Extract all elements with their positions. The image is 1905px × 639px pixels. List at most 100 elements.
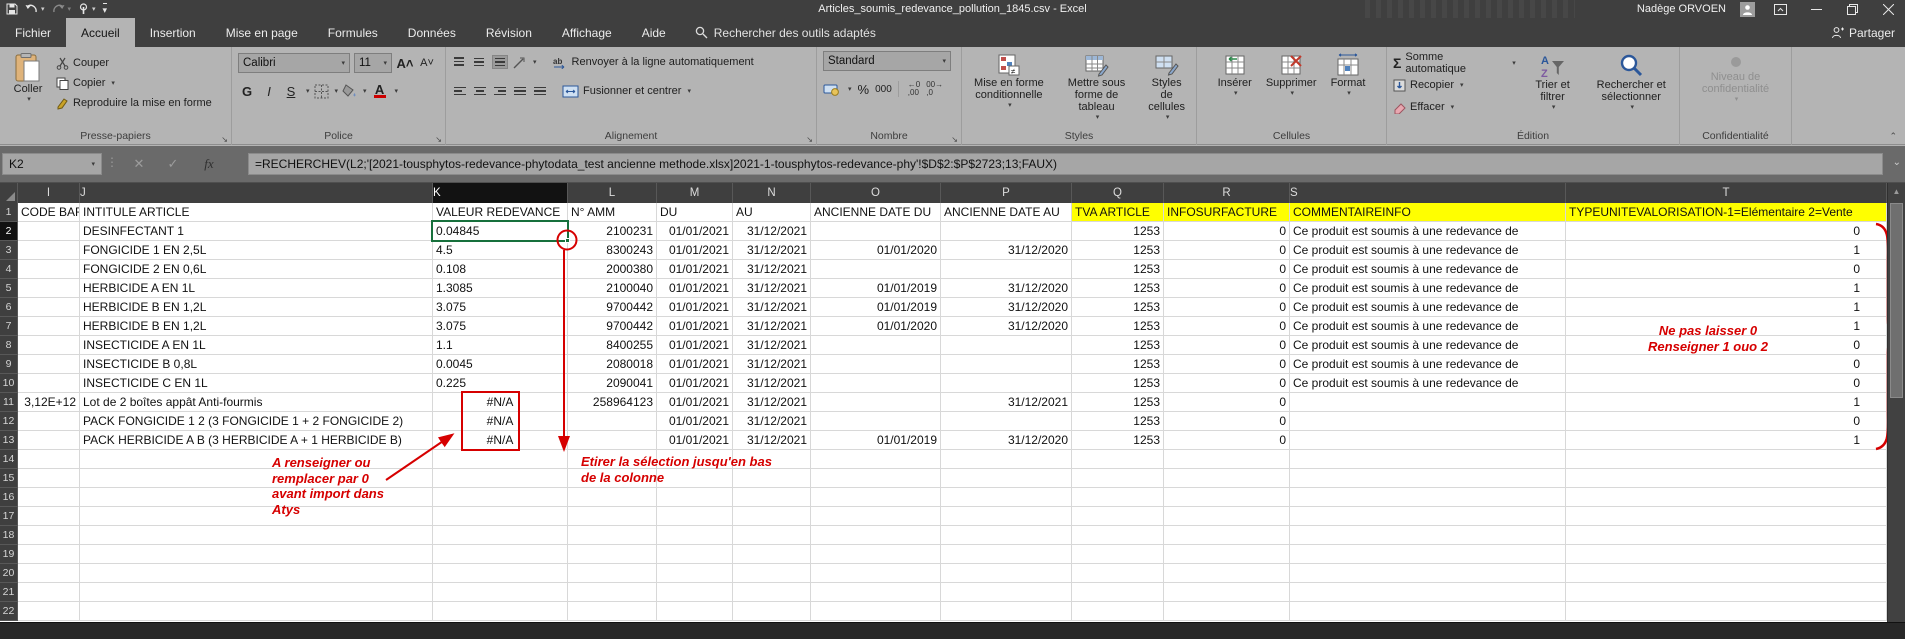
currency-button[interactable] (823, 83, 840, 96)
cell-S6[interactable]: Ce produit est soumis à une redevance de (1290, 298, 1566, 317)
row-header-19[interactable]: 19 (0, 545, 18, 564)
ribbon-display-options-button[interactable] (1769, 0, 1791, 18)
expand-formula-bar-icon[interactable]: ⌄ (1893, 157, 1901, 168)
cell-S15[interactable] (1290, 469, 1566, 488)
select-all-button[interactable] (0, 183, 18, 203)
cell-I20[interactable] (18, 564, 80, 583)
cell-O3[interactable]: 01/01/2020 (811, 241, 941, 260)
cell-S1[interactable]: COMMENTAIREINFO (1290, 203, 1566, 222)
cell-M3[interactable]: 01/01/2021 (657, 241, 733, 260)
column-header-Q[interactable]: Q (1072, 183, 1164, 203)
find-select-button[interactable]: Rechercher et sélectionner▾ (1589, 51, 1673, 129)
cell-S2[interactable]: Ce produit est soumis à une redevance de (1290, 222, 1566, 241)
cell-R5[interactable]: 0 (1164, 279, 1290, 298)
cell-O20[interactable] (811, 564, 941, 583)
sort-filter-button[interactable]: AZ Trier et filtrer▾ (1524, 51, 1582, 129)
cell-K1[interactable]: VALEUR REDEVANCE (433, 203, 568, 222)
cell-O12[interactable] (811, 412, 941, 431)
cell-K14[interactable] (433, 450, 568, 469)
undo-button[interactable]: ▾ (25, 4, 45, 15)
cell-K3[interactable]: 4.5 (433, 241, 568, 260)
cell-O4[interactable] (811, 260, 941, 279)
column-header-K[interactable]: K (433, 183, 568, 203)
cell-J6[interactable]: HERBICIDE B EN 1,2L (80, 298, 433, 317)
cell-O8[interactable] (811, 336, 941, 355)
cell-N12[interactable]: 31/12/2021 (733, 412, 811, 431)
cell-R1[interactable]: INFOSURFACTURE (1164, 203, 1290, 222)
align-right-button[interactable] (492, 84, 508, 98)
cell-Q4[interactable]: 1253 (1072, 260, 1164, 279)
row-header-15[interactable]: 15 (0, 469, 18, 488)
cell-O19[interactable] (811, 545, 941, 564)
align-middle-button[interactable] (472, 55, 488, 69)
formula-input[interactable]: =RECHERCHEV(L2;'[2021-tousphytos-redevan… (248, 153, 1883, 175)
cell-S9[interactable]: Ce produit est soumis à une redevance de (1290, 355, 1566, 374)
conditional-formatting-button[interactable]: ≠ Mise en forme conditionnelle▾ (968, 51, 1050, 129)
cell-I21[interactable] (18, 583, 80, 602)
row-header-16[interactable]: 16 (0, 488, 18, 507)
cell-P6[interactable]: 31/12/2020 (941, 298, 1072, 317)
cell-N20[interactable] (733, 564, 811, 583)
cell-T3[interactable]: 1 (1566, 241, 1887, 260)
row-header-2[interactable]: 2 (0, 222, 18, 241)
close-button[interactable] (1877, 0, 1899, 18)
insert-function-button[interactable]: fx (196, 153, 222, 175)
cell-Q8[interactable]: 1253 (1072, 336, 1164, 355)
cell-R9[interactable]: 0 (1164, 355, 1290, 374)
cell-R6[interactable]: 0 (1164, 298, 1290, 317)
cell-S17[interactable] (1290, 507, 1566, 526)
column-header-T[interactable]: T (1566, 183, 1887, 203)
cell-P3[interactable]: 31/12/2020 (941, 241, 1072, 260)
increase-indent-button[interactable] (532, 84, 548, 98)
cell-N22[interactable] (733, 602, 811, 621)
cell-I3[interactable] (18, 241, 80, 260)
row-header-13[interactable]: 13 (0, 431, 18, 450)
cell-M4[interactable]: 01/01/2021 (657, 260, 733, 279)
cell-S8[interactable]: Ce produit est soumis à une redevance de (1290, 336, 1566, 355)
cell-N9[interactable]: 31/12/2021 (733, 355, 811, 374)
cell-M18[interactable] (657, 526, 733, 545)
cell-K17[interactable] (433, 507, 568, 526)
cell-N6[interactable]: 31/12/2021 (733, 298, 811, 317)
cancel-formula-button[interactable]: ✕ (126, 153, 152, 175)
cell-R7[interactable]: 0 (1164, 317, 1290, 336)
column-header-N[interactable]: N (733, 183, 811, 203)
cell-Q21[interactable] (1072, 583, 1164, 602)
cell-I6[interactable] (18, 298, 80, 317)
tab-révision[interactable]: Révision (471, 18, 547, 47)
cell-P15[interactable] (941, 469, 1072, 488)
cell-O11[interactable] (811, 393, 941, 412)
cell-S11[interactable] (1290, 393, 1566, 412)
paste-button[interactable]: Coller ▾ (6, 51, 50, 129)
cell-M20[interactable] (657, 564, 733, 583)
cell-M19[interactable] (657, 545, 733, 564)
collapse-ribbon-icon[interactable]: ⌃ (1889, 131, 1897, 142)
cell-L8[interactable]: 8400255 (568, 336, 657, 355)
cell-L4[interactable]: 2000380 (568, 260, 657, 279)
cell-Q10[interactable]: 1253 (1072, 374, 1164, 393)
cell-K15[interactable] (433, 469, 568, 488)
cell-Q22[interactable] (1072, 602, 1164, 621)
dialog-launcher-icon[interactable]: ↘ (221, 132, 228, 147)
cell-O10[interactable] (811, 374, 941, 393)
cell-N11[interactable]: 31/12/2021 (733, 393, 811, 412)
row-header-11[interactable]: 11 (0, 393, 18, 412)
cell-T21[interactable] (1566, 583, 1887, 602)
cell-J2[interactable]: DESINFECTANT 1 (80, 222, 433, 241)
cell-T19[interactable] (1566, 545, 1887, 564)
cell-S16[interactable] (1290, 488, 1566, 507)
cell-Q17[interactable] (1072, 507, 1164, 526)
cell-R8[interactable]: 0 (1164, 336, 1290, 355)
cell-N16[interactable] (733, 488, 811, 507)
cell-P1[interactable]: ANCIENNE DATE AU (941, 203, 1072, 222)
cell-P9[interactable] (941, 355, 1072, 374)
insert-cells-button[interactable]: Insérer▾ (1214, 51, 1256, 129)
row-header-3[interactable]: 3 (0, 241, 18, 260)
cell-T10[interactable]: 0 (1566, 374, 1887, 393)
cell-O22[interactable] (811, 602, 941, 621)
fill-color-button[interactable] (342, 84, 357, 99)
cell-K7[interactable]: 3.075 (433, 317, 568, 336)
cell-R20[interactable] (1164, 564, 1290, 583)
cell-S3[interactable]: Ce produit est soumis à une redevance de (1290, 241, 1566, 260)
cell-Q15[interactable] (1072, 469, 1164, 488)
